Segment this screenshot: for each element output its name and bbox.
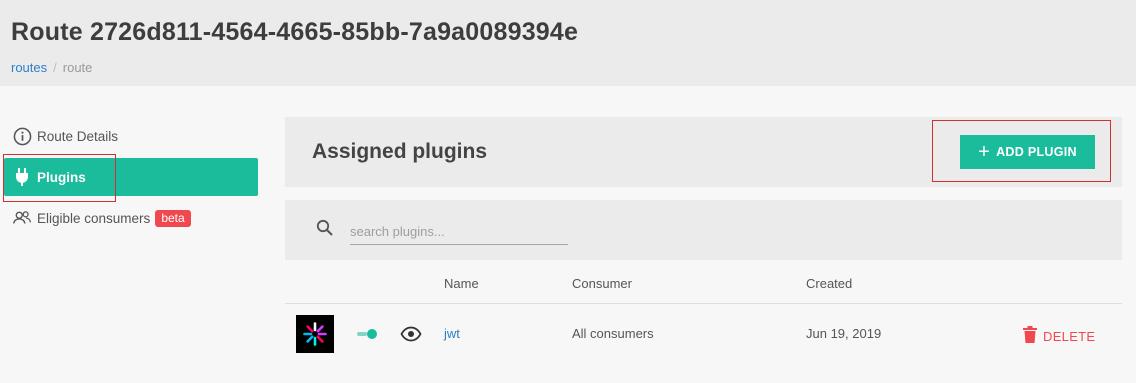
trash-icon xyxy=(1023,326,1037,346)
plus-icon: + xyxy=(978,141,991,163)
info-icon xyxy=(12,126,32,146)
sidebar-item-plugins[interactable]: Plugins xyxy=(4,158,258,196)
column-header-consumer[interactable]: Consumer xyxy=(572,276,632,291)
sidebar-item-label: Route Details xyxy=(37,128,119,144)
toggle-track xyxy=(357,332,367,336)
sidebar-item-label: Eligible consumers xyxy=(37,210,151,226)
search-input[interactable] xyxy=(350,218,568,245)
search-icon xyxy=(316,219,334,242)
add-plugin-button[interactable]: + ADD PLUGIN xyxy=(960,135,1095,169)
beta-badge: beta xyxy=(155,209,191,227)
section-title: Assigned plugins xyxy=(312,140,488,163)
breadcrumb-routes-link[interactable]: routes xyxy=(11,60,47,75)
column-header-name[interactable]: Name xyxy=(444,276,479,291)
add-plugin-label: ADD PLUGIN xyxy=(996,145,1077,159)
plug-icon xyxy=(12,167,32,187)
page-title: Route 2726d811-4564-4665-85bb-7a9a008939… xyxy=(11,18,579,46)
table-row: jwt All consumers Jun 19, 2019 DELETE xyxy=(285,304,1122,366)
sidebar-item-eligible-consumers[interactable]: Eligible consumers beta xyxy=(4,199,258,237)
jwt-logo-icon xyxy=(296,315,334,353)
breadcrumb-separator: / xyxy=(53,60,57,75)
enable-toggle[interactable] xyxy=(357,329,377,339)
toggle-knob xyxy=(367,329,377,339)
delete-button[interactable]: DELETE xyxy=(1023,326,1095,346)
breadcrumb-current: route xyxy=(62,60,93,75)
breadcrumb: routes / route xyxy=(11,60,92,75)
sidebar-item-label: Plugins xyxy=(37,169,86,185)
assigned-plugins-header: Assigned plugins + ADD PLUGIN xyxy=(285,117,1122,187)
plugin-created-date: Jun 19, 2019 xyxy=(806,326,882,341)
plugin-consumer: All consumers xyxy=(572,326,654,341)
page-header: Route 2726d811-4564-4665-85bb-7a9a008939… xyxy=(0,0,1136,86)
plugin-name-link[interactable]: jwt xyxy=(444,326,460,341)
sidebar-item-route-details[interactable]: Route Details xyxy=(4,117,258,155)
column-header-created[interactable]: Created xyxy=(806,276,852,291)
users-icon xyxy=(12,208,32,228)
eye-icon[interactable] xyxy=(400,325,422,348)
search-bar xyxy=(285,200,1122,260)
delete-label: DELETE xyxy=(1043,328,1096,344)
